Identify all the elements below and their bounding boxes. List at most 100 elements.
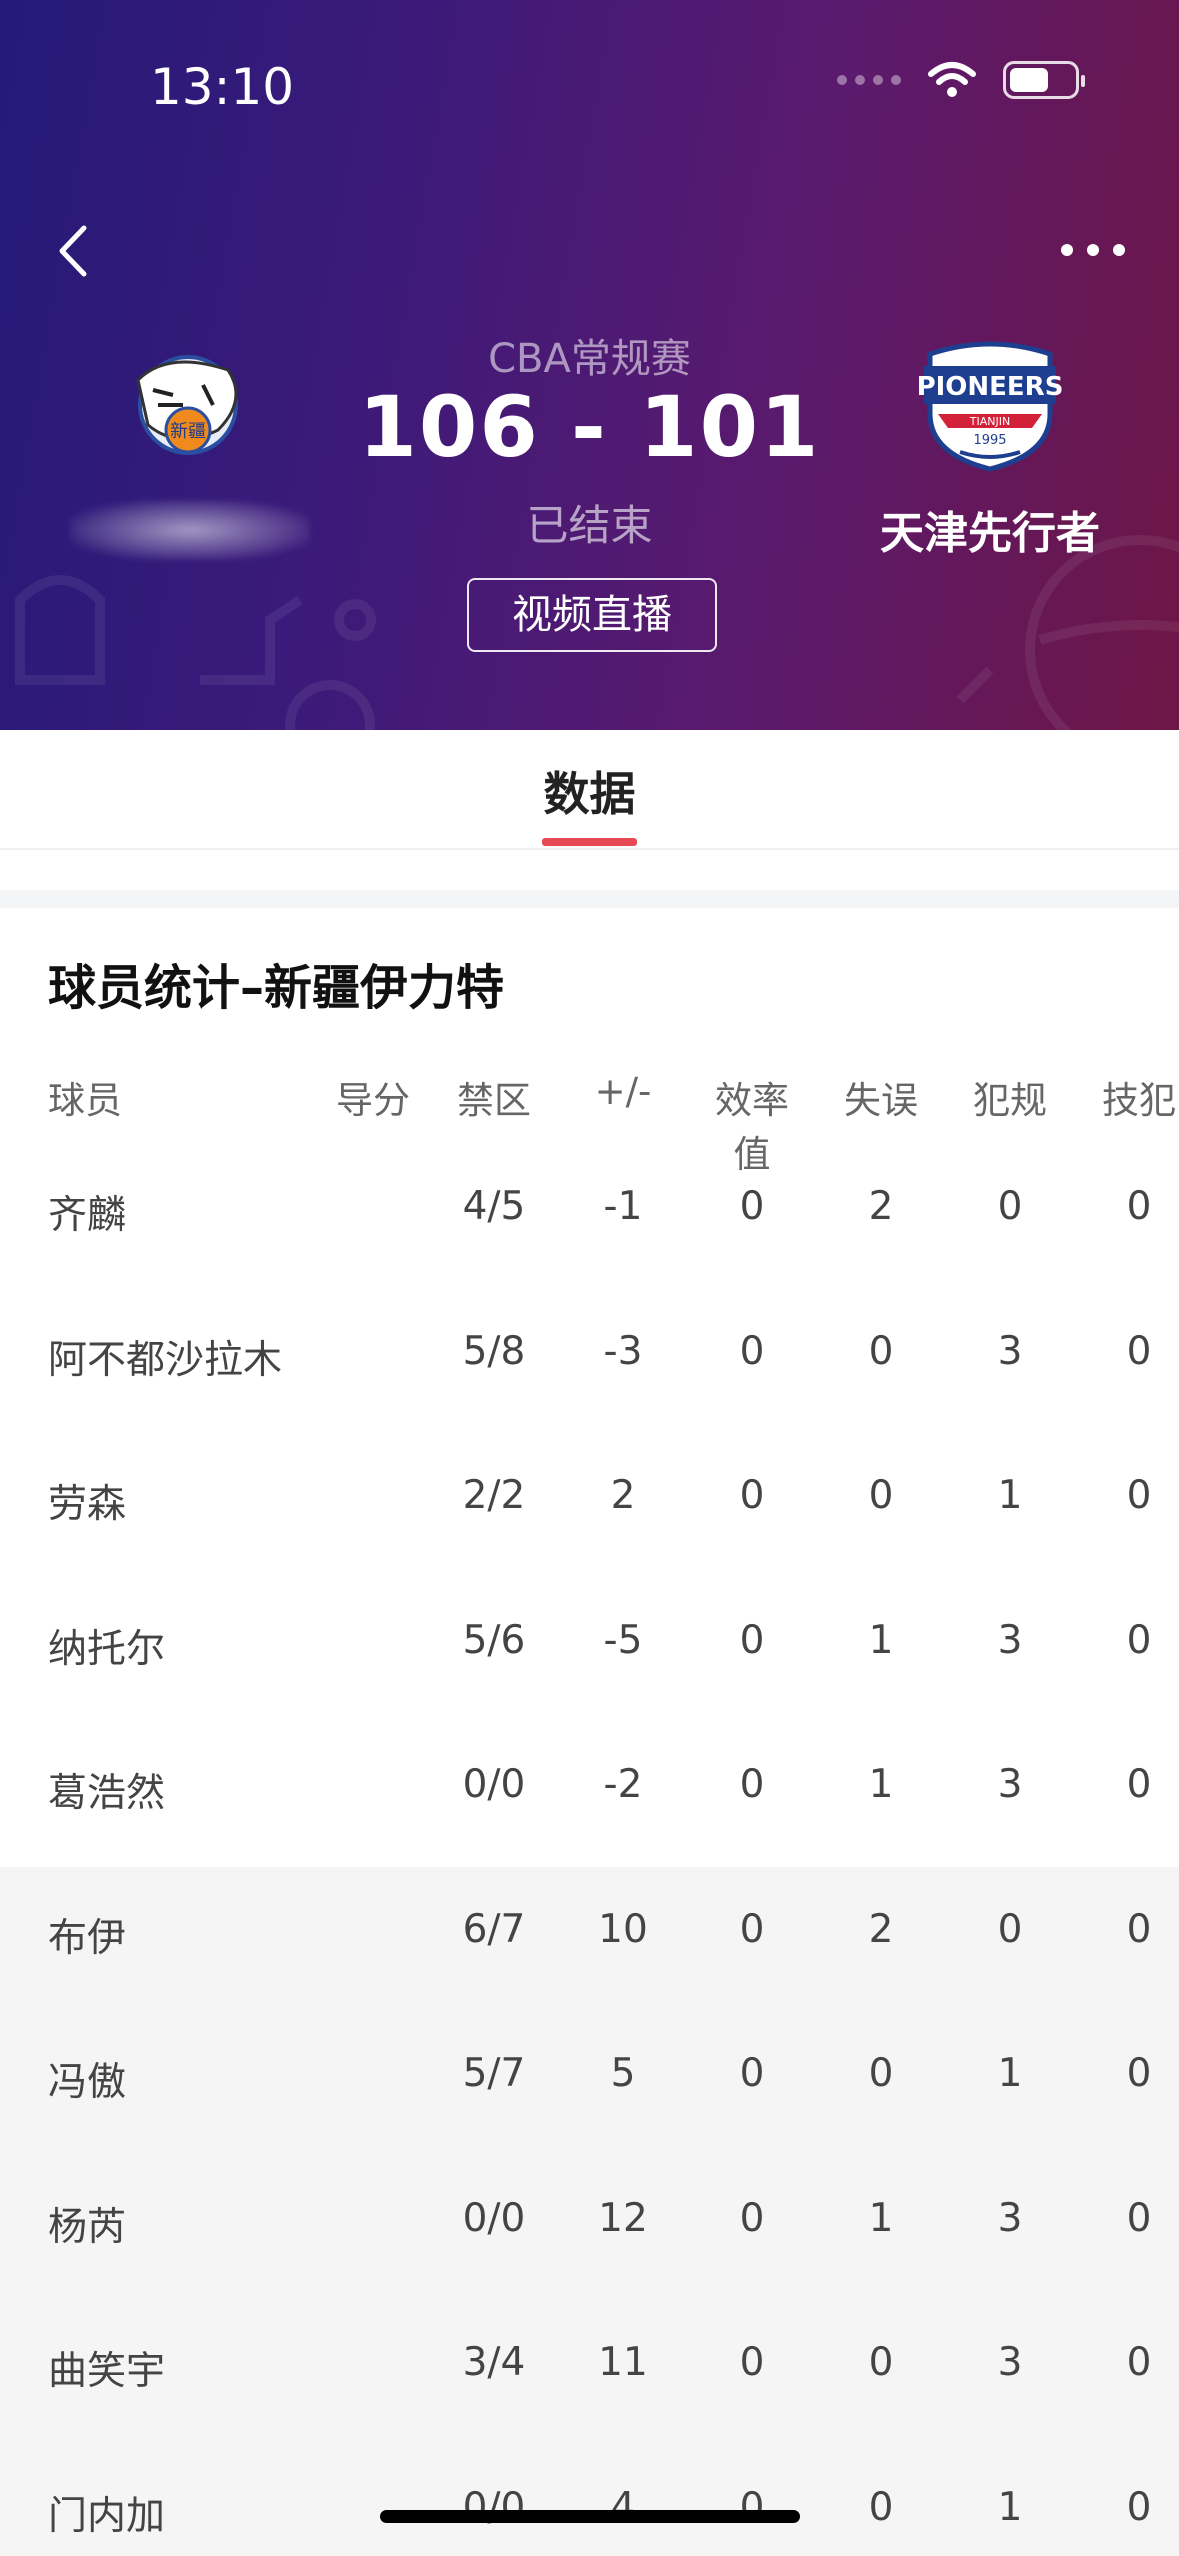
efficiency-value: 0 <box>739 1762 765 1807</box>
more-options-icon[interactable] <box>1061 230 1131 270</box>
plus-minus-value: -2 <box>603 1762 643 1807</box>
fouls-value: 3 <box>997 1328 1023 1374</box>
turnovers-value: 2 <box>868 1906 894 1952</box>
technical-fouls-value: 0 <box>1126 1762 1152 1807</box>
efficiency-value: 0 <box>739 2340 765 2385</box>
player-name[interactable]: 劳森 <box>48 1473 368 1529</box>
plus-minus-value: 2 <box>610 1473 636 1518</box>
paint-value: 0/0 <box>462 1762 526 1807</box>
technical-fouls-value: 0 <box>1126 2195 1152 2241</box>
column-header-points[interactable]: 导分 <box>330 1070 410 1124</box>
column-header-paint[interactable]: 禁区 <box>439 1070 549 1124</box>
technical-fouls-value: 0 <box>1126 1617 1152 1663</box>
paint-value: 6/7 <box>462 1906 526 1952</box>
column-header-player[interactable]: 球员 <box>48 1070 248 1124</box>
player-stats-title: 球员统计–新疆伊力特 <box>48 960 505 1016</box>
player-name[interactable]: 曲笑宇 <box>48 2340 368 2396</box>
technical-fouls-value: 0 <box>1126 2340 1152 2385</box>
signal-icon <box>837 75 901 85</box>
game-score: 106 - 101 <box>358 378 821 476</box>
player-name[interactable]: 阿不都沙拉木 <box>48 1329 368 1385</box>
fouls-value: 1 <box>997 2051 1023 2096</box>
player-name[interactable]: 布伊 <box>48 1907 368 1963</box>
column-header-turnovers[interactable]: 失误 <box>826 1070 936 1124</box>
fouls-value: 1 <box>997 1473 1023 1518</box>
player-name[interactable]: 杨芮 <box>48 2196 368 2252</box>
fouls-value: 0 <box>997 1906 1023 1952</box>
technical-fouls-value: 0 <box>1126 2051 1152 2096</box>
player-name[interactable]: 冯傲 <box>48 2051 368 2107</box>
battery-icon <box>1003 61 1085 99</box>
wifi-icon <box>928 62 976 97</box>
technical-fouls-value: 0 <box>1126 1473 1152 1518</box>
table-row[interactable]: 杨芮 0/0 12 0 1 3 0 <box>0 2155 1179 2300</box>
technical-fouls-value: 0 <box>1126 1184 1152 1229</box>
efficiency-value: 0 <box>739 2195 765 2241</box>
player-name[interactable]: 纳托尔 <box>48 1618 368 1674</box>
fouls-value: 3 <box>997 1617 1023 1663</box>
fouls-value: 0 <box>997 1184 1023 1229</box>
status-icons <box>837 60 1085 100</box>
efficiency-value: 0 <box>739 1328 765 1374</box>
table-row[interactable]: 齐麟 4/5 -1 0 2 0 0 <box>0 1144 1179 1289</box>
player-name[interactable]: 葛浩然 <box>48 1762 368 1818</box>
table-row[interactable]: 阿不都沙拉木 5/8 -3 0 0 3 0 <box>0 1289 1179 1434</box>
player-name[interactable]: 门内加 <box>48 2485 368 2541</box>
turnovers-value: 0 <box>868 2051 894 2096</box>
turnovers-value: 1 <box>868 1617 894 1663</box>
game-header: 13:10 新疆 PIONEERS TIANJIN 1995 天津先行者 CBA… <box>0 0 1179 730</box>
efficiency-value: 0 <box>739 1473 765 1518</box>
turnovers-value: 0 <box>868 2484 894 2530</box>
column-header-fouls[interactable]: 犯规 <box>955 1070 1065 1124</box>
plus-minus-value: 5 <box>610 2051 636 2096</box>
efficiency-value: 0 <box>739 2051 765 2096</box>
table-row[interactable]: 葛浩然 0/0 -2 0 1 3 0 <box>0 1722 1179 1867</box>
turnovers-value: 0 <box>868 2340 894 2385</box>
paint-value: 2/2 <box>462 1473 526 1518</box>
fouls-value: 3 <box>997 1762 1023 1807</box>
turnovers-value: 1 <box>868 2195 894 2241</box>
efficiency-value: 0 <box>739 1184 765 1229</box>
section-divider <box>0 890 1179 908</box>
paint-value: 4/5 <box>462 1184 526 1229</box>
efficiency-value: 0 <box>739 1906 765 1952</box>
tab-active-indicator <box>542 838 637 846</box>
column-header-technical-fouls[interactable]: 技犯 <box>1084 1070 1179 1124</box>
tab-bar: 数据 <box>0 730 1179 850</box>
table-row[interactable]: 冯傲 5/7 5 0 0 1 0 <box>0 2011 1179 2156</box>
status-time: 13:10 <box>150 58 295 116</box>
plus-minus-value: 11 <box>598 2340 648 2385</box>
column-header-plus-minus[interactable]: +/- <box>568 1070 678 1113</box>
technical-fouls-value: 0 <box>1126 1906 1152 1952</box>
stats-table-header: 球员 导分 禁区 +/- 效率值 失误 犯规 技犯 <box>0 1070 1179 1176</box>
paint-value: 5/7 <box>462 2051 526 2096</box>
plus-minus-value: -5 <box>603 1617 643 1663</box>
paint-value: 5/6 <box>462 1617 526 1663</box>
game-status: 已结束 <box>526 501 653 550</box>
plus-minus-value: -1 <box>603 1184 643 1229</box>
table-row[interactable]: 劳森 2/2 2 0 0 1 0 <box>0 1433 1179 1578</box>
fouls-value: 3 <box>997 2195 1023 2241</box>
technical-fouls-value: 0 <box>1126 1328 1152 1374</box>
fouls-value: 3 <box>997 2340 1023 2385</box>
back-icon[interactable] <box>46 216 106 286</box>
turnovers-value: 1 <box>868 1762 894 1807</box>
efficiency-value: 0 <box>739 1617 765 1663</box>
player-name[interactable]: 齐麟 <box>48 1184 368 1240</box>
technical-fouls-value: 0 <box>1126 2484 1152 2530</box>
turnovers-value: 0 <box>868 1328 894 1374</box>
stats-table-body: 齐麟 4/5 -1 0 2 0 0 阿不都沙拉木 5/8 -3 0 0 3 0 … <box>0 1144 1179 2556</box>
league-label: CBA常规赛 <box>488 336 691 382</box>
home-indicator[interactable] <box>380 2510 800 2523</box>
table-row[interactable]: 曲笑宇 3/4 11 0 0 3 0 <box>0 2300 1179 2445</box>
table-row[interactable]: 布伊 6/7 10 0 2 0 0 <box>0 1866 1179 2011</box>
table-row[interactable]: 纳托尔 5/6 -5 0 1 3 0 <box>0 1578 1179 1723</box>
plus-minus-value: -3 <box>603 1328 643 1374</box>
table-row[interactable]: 门内加 0/0 4 0 0 1 0 <box>0 2444 1179 2556</box>
paint-value: 3/4 <box>462 2340 526 2385</box>
plus-minus-value: 10 <box>598 1906 648 1952</box>
tab-data[interactable]: 数据 <box>0 758 1179 824</box>
video-live-button[interactable]: 视频直播 <box>467 578 717 652</box>
paint-value: 5/8 <box>462 1328 526 1374</box>
paint-value: 0/0 <box>462 2195 526 2241</box>
